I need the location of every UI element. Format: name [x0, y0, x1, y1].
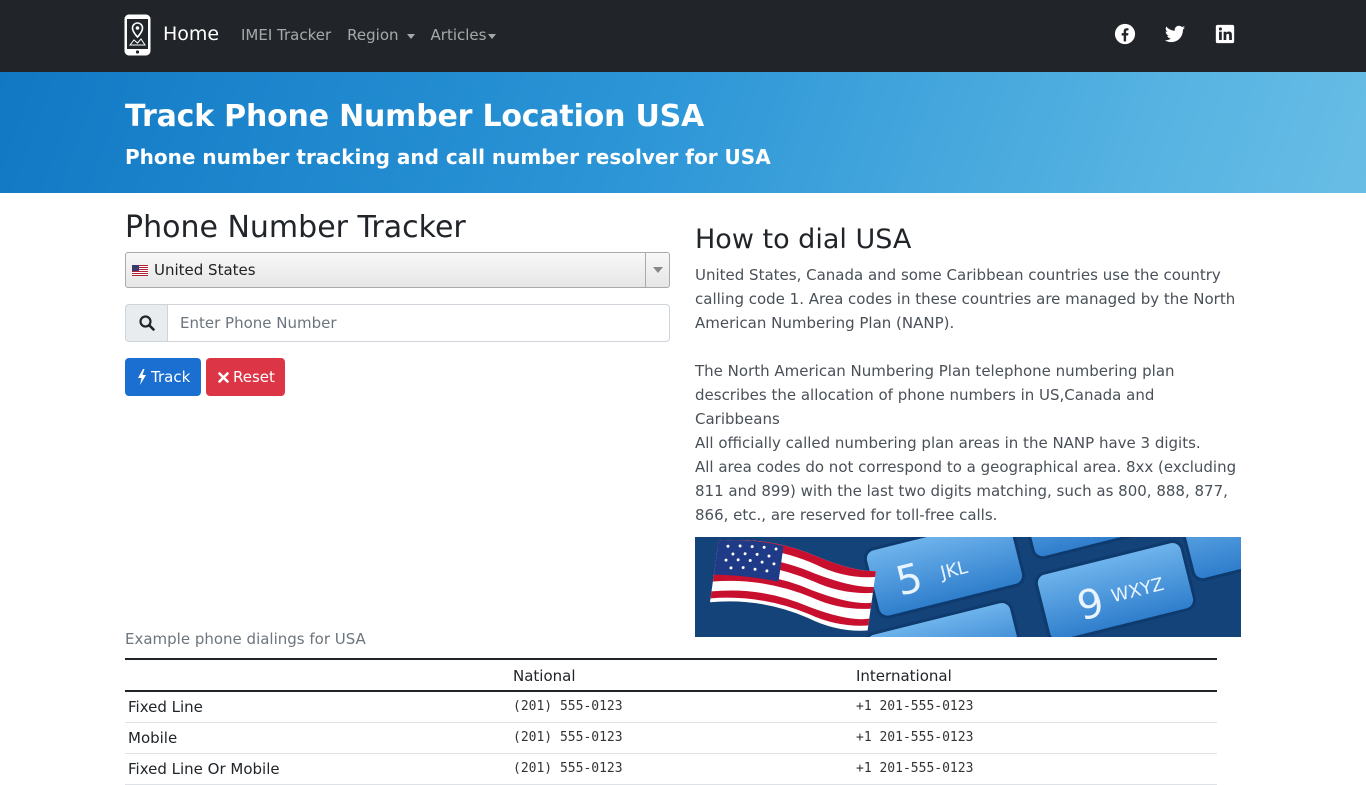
- search-addon: [125, 304, 167, 342]
- number-type-cell: Fixed Line: [125, 691, 510, 723]
- close-icon: [218, 371, 229, 383]
- search-icon: [138, 315, 155, 331]
- page-subtitle: Phone number tracking and call number re…: [125, 145, 771, 169]
- column-header-national: National: [513, 667, 576, 685]
- example-dialings-table: National International Fixed Line (201) …: [125, 658, 1217, 785]
- dial-info-paragraph: United States, Canada and some Caribbean…: [695, 263, 1241, 527]
- nav-link-imei-tracker[interactable]: IMEI Tracker: [241, 26, 331, 44]
- facebook-link[interactable]: [1114, 23, 1136, 49]
- action-buttons: Track Reset: [125, 358, 670, 396]
- twitter-link[interactable]: [1164, 23, 1186, 49]
- nav-link-label: Region: [347, 26, 399, 44]
- linkedin-link[interactable]: [1214, 23, 1236, 49]
- phone-input-group: [125, 304, 670, 342]
- phone-location-logo-icon: [124, 14, 151, 56]
- table-row: Fixed Line Or Mobile (201) 555-0123 +1 2…: [125, 753, 1217, 785]
- number-type-cell: Fixed Line Or Mobile: [125, 753, 510, 785]
- table-caption: Example phone dialings for USA: [125, 630, 366, 648]
- tracker-section: Phone Number Tracker United States Track…: [125, 208, 670, 396]
- page-title: Track Phone Number Location USA: [125, 99, 705, 134]
- national-format-cell: (201) 555-0123: [510, 722, 853, 754]
- national-format-cell: (201) 555-0123: [510, 691, 853, 723]
- column-header-international: International: [856, 667, 952, 685]
- social-links: [1114, 23, 1236, 49]
- dial-info-heading: How to dial USA: [695, 224, 912, 255]
- us-flag-icon: [132, 264, 148, 276]
- nav-links: IMEI Tracker Region Articles: [241, 26, 512, 44]
- table-header-row: National International: [125, 659, 1217, 691]
- caret-down-icon: [488, 33, 497, 39]
- country-select[interactable]: United States: [125, 252, 670, 288]
- nav-link-region[interactable]: Region: [347, 26, 415, 44]
- twitter-icon: [1164, 25, 1186, 43]
- reset-button[interactable]: Reset: [206, 358, 285, 396]
- brand-home-link[interactable]: Home: [124, 14, 219, 56]
- dial-info-section: How to dial USA United States, Canada an…: [695, 224, 1241, 637]
- dial-info-text: All area codes do not correspond to a ge…: [695, 458, 1237, 524]
- track-button[interactable]: Track: [125, 358, 201, 396]
- nav-link-articles[interactable]: Articles: [431, 26, 497, 44]
- brand-text: Home: [163, 23, 220, 45]
- number-type-cell: Mobile: [125, 722, 510, 754]
- international-format-cell: +1 201-555-0123: [853, 691, 1217, 723]
- keypad-illustration: 5 JKL 6 9 WXYZ: [695, 537, 1241, 637]
- dial-info-text: United States, Canada and some Caribbean…: [695, 266, 1236, 332]
- chevron-down-icon: [652, 267, 663, 273]
- phone-number-input[interactable]: [167, 304, 670, 342]
- track-button-label: Track: [151, 368, 191, 386]
- country-select-value: United States: [154, 261, 256, 279]
- international-format-cell: +1 201-555-0123: [853, 722, 1217, 754]
- table-row: Fixed Line (201) 555-0123 +1 201-555-012…: [125, 691, 1217, 723]
- dial-info-text: All officially called numbering plan are…: [695, 434, 1201, 452]
- linkedin-icon: [1215, 24, 1235, 44]
- international-format-cell: +1 201-555-0123: [853, 753, 1217, 785]
- dial-info-text: The North American Numbering Plan teleph…: [695, 362, 1175, 428]
- nav-link-label: IMEI Tracker: [241, 26, 332, 44]
- nav-link-label: Articles: [430, 26, 487, 44]
- hero-banner: Track Phone Number Location USA Phone nu…: [0, 72, 1366, 193]
- navbar: Home IMEI Tracker Region Articles: [0, 0, 1366, 72]
- column-header-type: [125, 659, 510, 691]
- caret-down-icon: [406, 33, 415, 39]
- facebook-icon: [1114, 23, 1136, 45]
- tracker-heading: Phone Number Tracker: [125, 210, 466, 245]
- example-dialings-section: Example phone dialings for USA National …: [125, 630, 1217, 785]
- national-format-cell: (201) 555-0123: [510, 753, 853, 785]
- bolt-icon: [137, 369, 147, 385]
- select-arrow-button[interactable]: [645, 253, 669, 287]
- usa-keypad-image: 5 JKL 6 9 WXYZ: [695, 537, 1241, 637]
- reset-button-label: Reset: [233, 368, 275, 386]
- table-row: Mobile (201) 555-0123 +1 201-555-0123: [125, 722, 1217, 754]
